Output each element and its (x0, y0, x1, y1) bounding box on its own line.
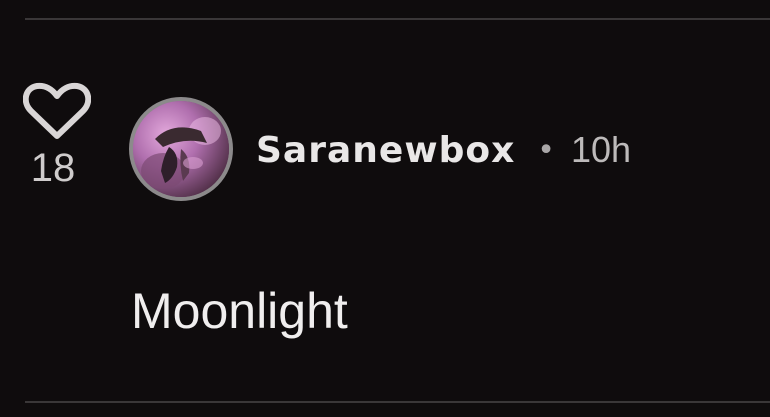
separator-dot: • (537, 132, 555, 168)
post-text: Moonlight (131, 283, 348, 339)
heart-icon[interactable] (23, 82, 91, 140)
username[interactable]: Saranewbox (256, 130, 515, 171)
avatar-image (133, 101, 229, 197)
divider-top (25, 18, 770, 20)
timestamp: 10h (571, 129, 632, 170)
post-meta: Saranewbox • 10h (256, 126, 631, 174)
avatar[interactable] (129, 97, 233, 201)
like-column: 18 (22, 82, 92, 190)
like-count: 18 (30, 146, 76, 190)
divider-bottom (25, 401, 770, 403)
